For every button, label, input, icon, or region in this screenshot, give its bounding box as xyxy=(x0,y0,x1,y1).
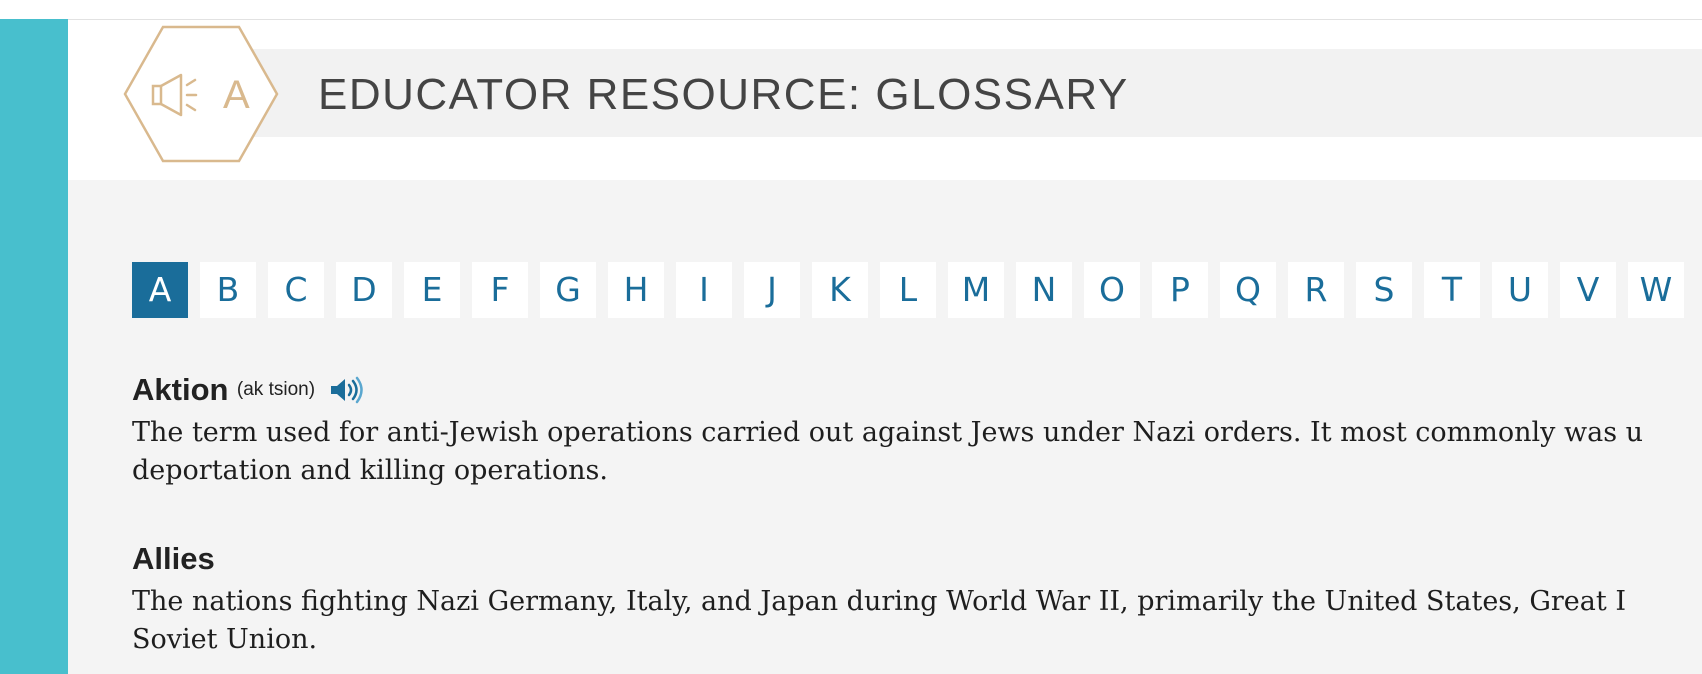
logo-letter: A xyxy=(223,73,250,117)
browser-top-strip xyxy=(0,0,1702,20)
megaphone-letter-a-hexagon-icon: A xyxy=(123,25,279,163)
pronunciation: (ak tsion) xyxy=(236,379,316,400)
term-definition: The term used for anti-Jewish operations… xyxy=(132,417,1644,486)
letter-w-link[interactable]: W xyxy=(1628,262,1684,318)
letter-m-link[interactable]: M xyxy=(948,262,1004,318)
term-definition: The nations fighting Nazi Germany, Italy… xyxy=(132,586,1626,655)
speaker-icon[interactable] xyxy=(329,376,365,404)
glossary-entry: Allies The nations fighting Nazi Germany… xyxy=(132,537,1702,659)
term-line: Allies xyxy=(132,537,1702,583)
letter-p-link[interactable]: P xyxy=(1152,262,1208,318)
letter-o-link[interactable]: O xyxy=(1084,262,1140,318)
letter-r-link[interactable]: R xyxy=(1288,262,1344,318)
letter-s-link[interactable]: S xyxy=(1356,262,1412,318)
letter-q-link[interactable]: Q xyxy=(1220,262,1276,318)
letter-k-link[interactable]: K xyxy=(812,262,868,318)
letter-d-link[interactable]: D xyxy=(336,262,392,318)
term-title: Aktion xyxy=(132,372,229,407)
letter-n-link[interactable]: N xyxy=(1016,262,1072,318)
left-accent-bar xyxy=(0,19,68,674)
alphabet-nav: ABCDEFGHIJKLMNOPQRSTUVW xyxy=(132,262,1684,318)
page-title: EDUCATOR RESOURCE: GLOSSARY xyxy=(318,70,1129,119)
letter-c-link[interactable]: C xyxy=(268,262,324,318)
letter-f-link[interactable]: F xyxy=(472,262,528,318)
letter-u-link[interactable]: U xyxy=(1492,262,1548,318)
letter-l-link[interactable]: L xyxy=(880,262,936,318)
letter-v-link[interactable]: V xyxy=(1560,262,1616,318)
term-line: Aktion (ak tsion) xyxy=(132,368,1702,414)
glossary-content: ABCDEFGHIJKLMNOPQRSTUVW Aktion (ak tsion… xyxy=(68,180,1702,674)
letter-j-link[interactable]: J xyxy=(744,262,800,318)
letter-t-link[interactable]: T xyxy=(1424,262,1480,318)
letter-h-link[interactable]: H xyxy=(608,262,664,318)
term-title: Allies xyxy=(132,541,215,576)
letter-a-link[interactable]: A xyxy=(132,262,188,318)
letter-e-link[interactable]: E xyxy=(404,262,460,318)
glossary-entry: Aktion (ak tsion) The term used for anti… xyxy=(132,368,1702,490)
letter-i-link[interactable]: I xyxy=(676,262,732,318)
letter-g-link[interactable]: G xyxy=(540,262,596,318)
letter-b-link[interactable]: B xyxy=(200,262,256,318)
